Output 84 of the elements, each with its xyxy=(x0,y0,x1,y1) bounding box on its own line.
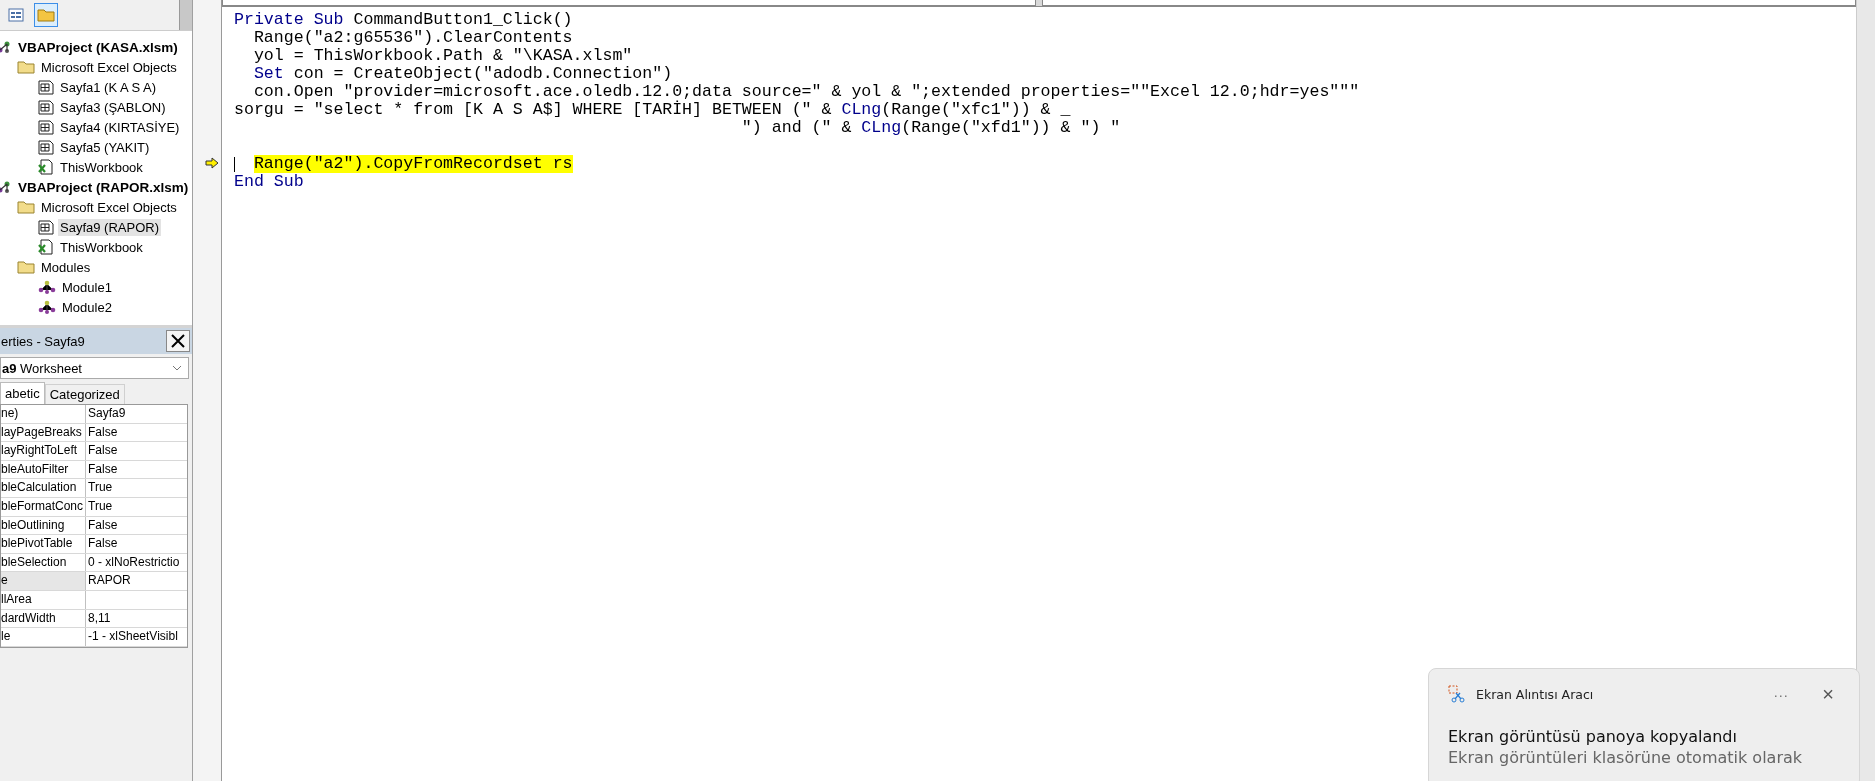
property-value[interactable]: False xyxy=(86,423,187,442)
worksheet-icon xyxy=(38,99,54,115)
app-name: Ekran Alıntısı Aracı xyxy=(1476,686,1595,702)
property-value[interactable]: False xyxy=(86,460,187,479)
code-text: Private Sub xyxy=(234,11,344,29)
tab[interactable]: abetic xyxy=(0,382,45,404)
tree-item[interactable]: Sayfa5 (YAKIT) xyxy=(58,138,152,156)
panel-title: erties - Sayfa9 xyxy=(1,333,85,349)
tree-item[interactable]: VBAProject (KASA.xlsm) xyxy=(16,38,180,56)
tab[interactable]: Categorized xyxy=(44,384,125,404)
code-text: Range("a2:g65536").ClearContents xyxy=(252,29,573,47)
tree-item[interactable]: Microsoft Excel Objects xyxy=(39,198,179,216)
toggle-folders-button[interactable] xyxy=(34,3,58,27)
chevron-down-icon xyxy=(172,365,182,371)
tree-item[interactable]: Modules xyxy=(39,258,93,276)
module-icon xyxy=(38,279,56,295)
module-icon xyxy=(38,299,56,315)
worksheet-icon xyxy=(38,219,54,235)
worksheet-icon xyxy=(38,139,54,155)
code-text: con.Open "provider=microsoft.ace.oledb.12.0;data source=" & yol & ";extended properties=""Excel 12.0;hdr=yes""" xyxy=(252,83,1360,101)
folder-icon xyxy=(17,60,35,74)
scissors-icon xyxy=(1448,685,1466,703)
code-text: End Sub xyxy=(234,173,304,191)
worksheet-icon xyxy=(38,119,54,135)
property-name[interactable]: bleFormatConc xyxy=(1,497,86,516)
text-cursor xyxy=(234,156,235,172)
code-text: CLng xyxy=(841,101,882,119)
property-value[interactable]: Sayfa9 xyxy=(86,405,187,423)
workbook-icon xyxy=(38,159,54,175)
project-icon xyxy=(0,39,12,55)
object-dropdown[interactable]: a9 Worksheet xyxy=(0,357,189,379)
property-value[interactable]: 0 - xlNoRestrictio xyxy=(86,553,187,572)
code-text: con = CreateObject("adodb.Connection") xyxy=(292,65,673,83)
property-name[interactable]: llArea xyxy=(1,590,86,609)
tree-item[interactable]: ThisWorkbook xyxy=(58,238,145,256)
notification-text: Ekran görüntüleri klasörüne otomatik olarak xyxy=(1448,748,1804,767)
close-button[interactable] xyxy=(166,330,190,352)
scrollbar[interactable] xyxy=(1856,0,1875,781)
close-icon xyxy=(171,334,185,348)
tree-item[interactable]: Module1 xyxy=(60,278,114,296)
code-text: (Range("xfc1")) & _ xyxy=(881,101,1071,119)
property-name[interactable]: layPageBreaks xyxy=(1,423,86,442)
notification-title: Ekran görüntüsü panoya kopyalandı xyxy=(1448,727,1738,746)
property-value[interactable]: -1 - xlSheetVisibl xyxy=(86,628,187,646)
property-value[interactable]: False xyxy=(86,442,187,460)
property-name[interactable]: blePivotTable xyxy=(1,535,86,553)
tree-item[interactable]: Sayfa3 (ŞABLON) xyxy=(58,98,168,116)
property-value[interactable]: False xyxy=(86,535,187,553)
property-value[interactable]: True xyxy=(86,497,187,516)
property-value[interactable]: True xyxy=(86,479,187,497)
folder-icon xyxy=(17,260,35,274)
code-text: (Range("xfd1")) & ") " xyxy=(901,119,1121,137)
code-text: CommandButton1_Click() xyxy=(352,11,573,29)
property-value[interactable]: RAPOR xyxy=(86,572,187,590)
code-text: ") and (" & xyxy=(740,119,853,137)
workbook-icon xyxy=(38,239,54,255)
tree-item[interactable]: Sayfa4 (KIRTASİYE) xyxy=(58,118,182,136)
property-value[interactable]: False xyxy=(86,516,187,535)
property-name[interactable]: bleOutlining xyxy=(1,516,86,535)
code-text: sorgu = "select * from [K A S A$] WHERE [TARİH] BETWEEN (" & xyxy=(234,101,833,119)
property-name[interactable]: dardWidth xyxy=(1,609,86,628)
property-name[interactable]: ne) xyxy=(1,405,86,423)
tree-item[interactable]: Sayfa9 (RAPOR) xyxy=(58,218,161,236)
property-name[interactable]: bleAutoFilter xyxy=(1,460,86,479)
code-text: Set xyxy=(252,65,284,83)
property-name[interactable]: layRightToLeft xyxy=(1,442,86,460)
property-name[interactable]: bleSelection xyxy=(1,553,86,572)
property-name[interactable]: bleCalculation xyxy=(1,479,86,497)
close-button[interactable]: × xyxy=(1816,680,1840,708)
tree-item[interactable]: ThisWorkbook xyxy=(58,158,145,176)
property-name[interactable]: le xyxy=(1,628,86,646)
code-text: yol = ThisWorkbook.Path & "\KASA.xlsm" xyxy=(252,47,633,65)
property-value[interactable]: 8,11 xyxy=(86,609,187,628)
code-text: CLng xyxy=(861,119,902,137)
worksheet-icon xyxy=(38,79,54,95)
tree-item[interactable]: Microsoft Excel Objects xyxy=(39,58,179,76)
code-text: Range("a2").CopyFromRecordset rs xyxy=(253,155,573,173)
more-options-button[interactable]: ··· xyxy=(1767,683,1795,705)
property-name[interactable]: e xyxy=(1,572,86,590)
project-icon xyxy=(0,179,12,195)
tree-item[interactable]: Sayfa1 (K A S A) xyxy=(58,78,159,96)
folder-icon xyxy=(17,200,35,214)
tree-item[interactable]: VBAProject (RAPOR.xlsm) xyxy=(16,178,191,196)
tree-item[interactable]: Module2 xyxy=(60,298,114,316)
